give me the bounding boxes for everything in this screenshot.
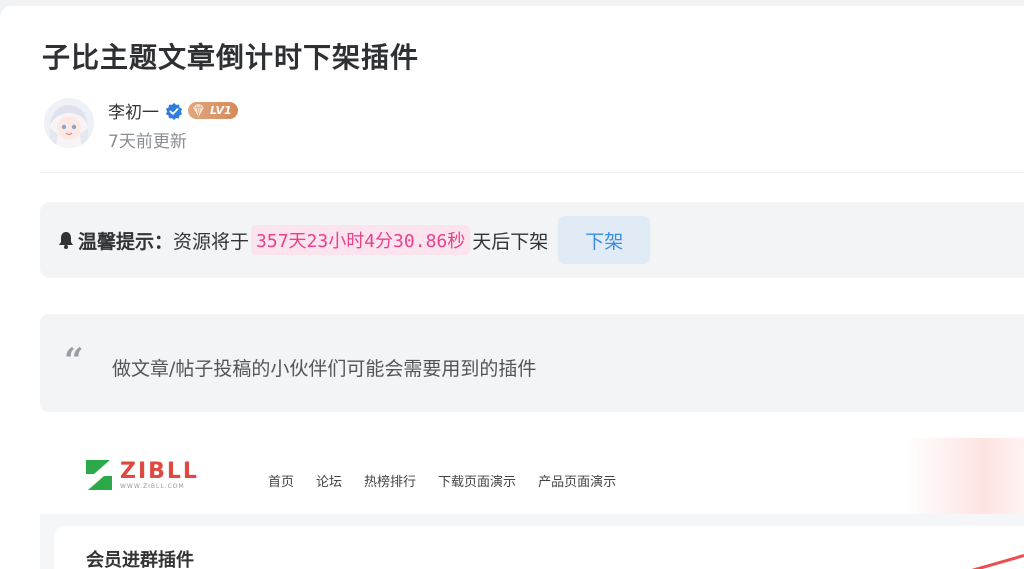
article-title: 子比主题文章倒计时下架插件 [42,41,420,74]
quote-mark-icon: “ [64,341,84,381]
logo-sub: WWW.ZIBLL.COM [120,482,185,490]
logo-name: ZIBLL [120,458,199,484]
countdown-timer: 357天23小时4分30.86秒 [251,225,471,255]
diamond-gem-icon [193,104,204,117]
notice-label: 温馨提示： [78,230,174,253]
author-avatar[interactable] [44,98,94,148]
bell-icon [59,232,73,249]
author-name[interactable]: 李初一 [108,98,159,123]
quote-block: “ 做文章/帖子投稿的小伙伴们可能会需要用到的插件 [40,314,1024,412]
nav-item-forum[interactable]: 论坛 [316,471,342,490]
preview-image: ZIBLL WWW.ZIBLL.COM 首页 论坛 热榜排行 下载页面演示 产品… [40,438,1024,569]
article-card: 子比主题文章倒计时下架插件 李初一 LV1 7天前更新 温馨提示： 资源将于 3… [0,6,1024,569]
nav-item-home[interactable]: 首页 [268,471,294,490]
preview-card-title: 会员进群插件 [86,550,194,569]
nav-item-product-demo[interactable]: 产品页面演示 [538,471,616,490]
preview-header: ZIBLL WWW.ZIBLL.COM 首页 论坛 热榜排行 下载页面演示 产品… [40,438,1024,514]
nav-item-hot[interactable]: 热榜排行 [364,471,416,490]
preview-nav: 首页 论坛 热榜排行 下载页面演示 产品页面演示 [268,471,638,490]
quote-text: 做文章/帖子投稿的小伙伴们可能会需要用到的插件 [112,358,537,380]
level-badge: LV1 [188,102,238,119]
author-line: 李初一 LV1 [108,98,238,123]
zibll-logo-icon [86,460,112,490]
notice-text-before: 资源将于 [173,230,250,253]
updated-time: 7天前更新 [108,132,187,152]
nav-item-download-demo[interactable]: 下载页面演示 [438,471,516,490]
notice-text-after: 天后下架 [472,230,549,253]
divider [40,172,1024,173]
takedown-button[interactable]: 下架 [558,216,651,264]
countdown-notice: 温馨提示： 资源将于 357天23小时4分30.86秒 天后下架 下架 [40,202,1024,278]
verified-check-icon [165,102,183,120]
level-text: LV1 [210,104,232,117]
preview-inner-card: 会员进群插件 [54,526,1024,569]
site-logo: ZIBLL WWW.ZIBLL.COM [84,458,199,492]
